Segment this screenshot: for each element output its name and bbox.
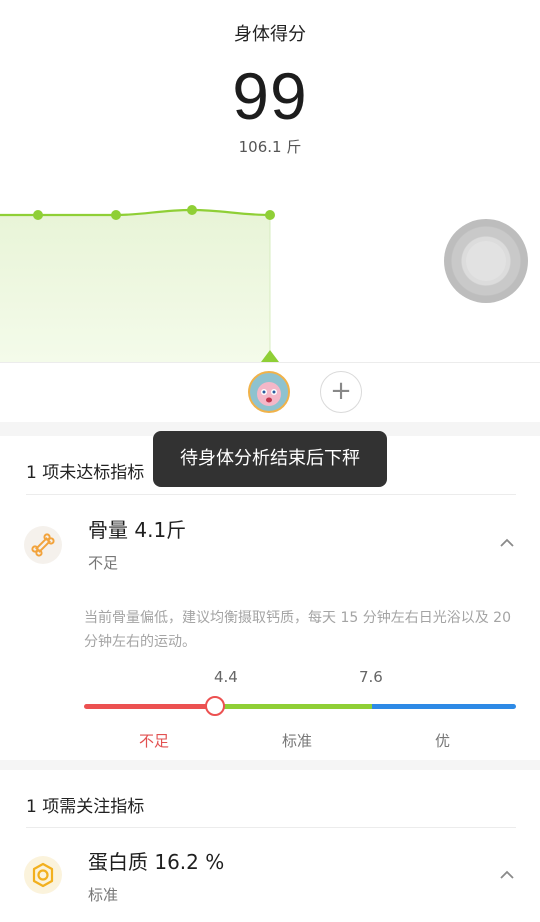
unmet-section-title: 1 项未达标指标 [26,463,145,483]
chevron-up-icon[interactable] [498,536,516,550]
weight-value: 106.1 斤 [238,138,302,156]
chevron-up-icon[interactable] [498,868,516,882]
bone-mass-name: 骨量 4.1斤 [88,518,187,542]
protein-status: 标准 [88,886,119,904]
level-label-insufficient: 不足 [139,732,170,750]
protein-icon [24,856,62,894]
trend-point[interactable] [111,210,121,220]
attention-section-title: 1 项需关注指标 [26,797,145,817]
body-score: 99 [232,59,308,133]
chart-baseline [0,362,540,363]
bone-advice-text: 当前骨量偏低，建议均衡摄取钙质，每天 15 分钟左右日光浴以及 20 分钟左右的… [84,610,511,650]
divider [26,494,516,495]
bone-icon [24,526,62,564]
trend-point[interactable] [187,205,197,215]
floating-assist-core [466,241,506,281]
threshold-high: 7.6 [359,668,383,686]
current-value-marker [205,696,225,716]
level-bar-excellent [372,704,516,709]
section-separator [0,760,540,770]
level-label-standard: 标准 [282,732,313,750]
trend-area [0,210,270,362]
bone-mass-status: 不足 [88,554,119,572]
page-title: 身体得分 [234,24,306,45]
user-avatar[interactable] [248,371,290,413]
threshold-low: 4.4 [214,668,238,686]
level-bar-insufficient [84,704,215,709]
add-user-button[interactable]: + [320,371,362,413]
toast-message: 待身体分析结束后下秤 [153,431,387,487]
level-label-excellent: 优 [435,732,451,750]
divider [26,827,516,828]
protein-name: 蛋白质 16.2 % [88,850,225,874]
avatar-character-icon [257,382,281,406]
trend-point[interactable] [265,210,275,220]
level-bar-standard [215,704,372,709]
trend-point[interactable] [33,210,43,220]
